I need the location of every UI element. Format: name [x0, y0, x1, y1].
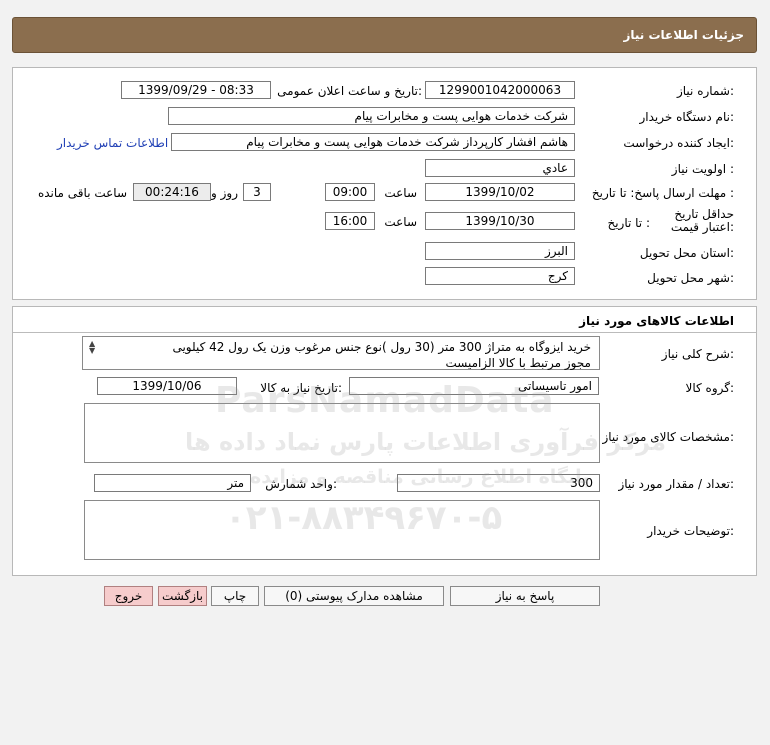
general-description-line1: خرید ایزوگاه به متراژ 300 متر (30 رول )ن…: [172, 340, 591, 354]
announce-datetime-label: تاریخ و ساعت اعلان عمومی:: [277, 84, 422, 98]
need-date-label: تاریخ نیاز به کالا:: [260, 381, 342, 395]
priority-field: عادي: [425, 159, 575, 177]
requester-label: ایجاد کننده درخواست:: [623, 136, 734, 150]
general-description-box[interactable]: خرید ایزوگاه به متراژ 300 متر (30 رول )ن…: [82, 336, 600, 370]
page-title: جزئیات اطلاعات نیاز: [623, 28, 744, 42]
buyer-notes-label: توضیحات خریدار:: [647, 524, 734, 538]
price-validity-label: حداقل تاریخ اعتبار قیمت:: [670, 207, 734, 234]
need-info-panel: [12, 67, 757, 300]
price-validity-date-field: 1399/10/30: [425, 212, 575, 230]
remaining-time-field: 00:24:16: [133, 183, 211, 201]
remaining-days-field: 3: [243, 183, 271, 201]
buyer-org-label: نام دستگاه خریدار:: [639, 110, 735, 124]
goods-group-field: امور تاسیساتی: [349, 377, 599, 395]
page-header: جزئیات اطلاعات نیاز: [12, 17, 757, 53]
goods-specs-box[interactable]: [84, 403, 600, 463]
days-label: روز و: [211, 186, 238, 200]
price-validity-time-label: ساعت: [384, 215, 417, 229]
province-label: استان محل تحویل:: [639, 246, 734, 260]
price-validity-to-date-label: تا تاریخ :: [607, 216, 650, 230]
unit-field: متر: [94, 474, 251, 492]
deadline-time-field: 09:00: [325, 183, 375, 201]
deadline-label-text: مهلت ارسال پاسخ:: [630, 186, 727, 200]
view-attachments-button[interactable]: مشاهده مدارک پیوستی (0): [264, 586, 444, 606]
announce-datetime-field: 1399/09/29 - 08:33: [121, 81, 271, 99]
exit-button[interactable]: خروج: [104, 586, 153, 606]
unit-label: واحد شمارش:: [265, 477, 337, 491]
city-field: کرج: [425, 267, 575, 285]
need-number-label: شماره نیاز:: [676, 84, 734, 98]
buyer-org-field: شرکت خدمات هوایی پست و مخابرات پیام: [168, 107, 575, 125]
general-description-label: شرح کلی نیاز:: [661, 347, 734, 361]
back-button[interactable]: بازگشت: [158, 586, 207, 606]
price-validity-time-field: 16:00: [325, 212, 375, 230]
goods-specs-label: مشخصات کالای مورد نیاز:: [602, 430, 734, 444]
scroll-arrows-icon[interactable]: ▲ ▼: [89, 340, 95, 355]
goods-group-label: گروه کالا:: [685, 381, 735, 395]
buyer-notes-box[interactable]: [84, 500, 600, 560]
quantity-label: تعداد / مقدار مورد نیاز:: [618, 477, 734, 491]
deadline-date-field: 1399/10/02: [425, 183, 575, 201]
priority-label: اولویت نیاز :: [671, 162, 734, 176]
quantity-field: 300: [397, 474, 600, 492]
general-description-line2: مجوز مرتبط با کالا الزامیست: [445, 356, 591, 370]
goods-section-title: اطلاعات کالاهای مورد نیاز: [579, 314, 734, 328]
deadline-time-label: ساعت: [384, 186, 417, 200]
city-label: شهر محل تحویل:: [647, 271, 734, 285]
goods-section-divider: [13, 332, 756, 333]
need-number-field: 1299001042000063: [425, 81, 575, 99]
requester-field: هاشم افشار کارپرداز شرکت خدمات هوایی پست…: [171, 133, 575, 151]
reply-button[interactable]: پاسخ به نیاز: [450, 586, 600, 606]
buyer-contact-link[interactable]: اطلاعات تماس خریدار: [57, 136, 168, 150]
need-date-field: 1399/10/06: [97, 377, 237, 395]
remaining-time-label: ساعت باقی مانده: [37, 186, 127, 200]
province-field: البرز: [425, 242, 575, 260]
deadline-label: مهلت ارسال پاسخ: تا تاریخ :: [592, 186, 734, 200]
print-button[interactable]: چاپ: [211, 586, 259, 606]
